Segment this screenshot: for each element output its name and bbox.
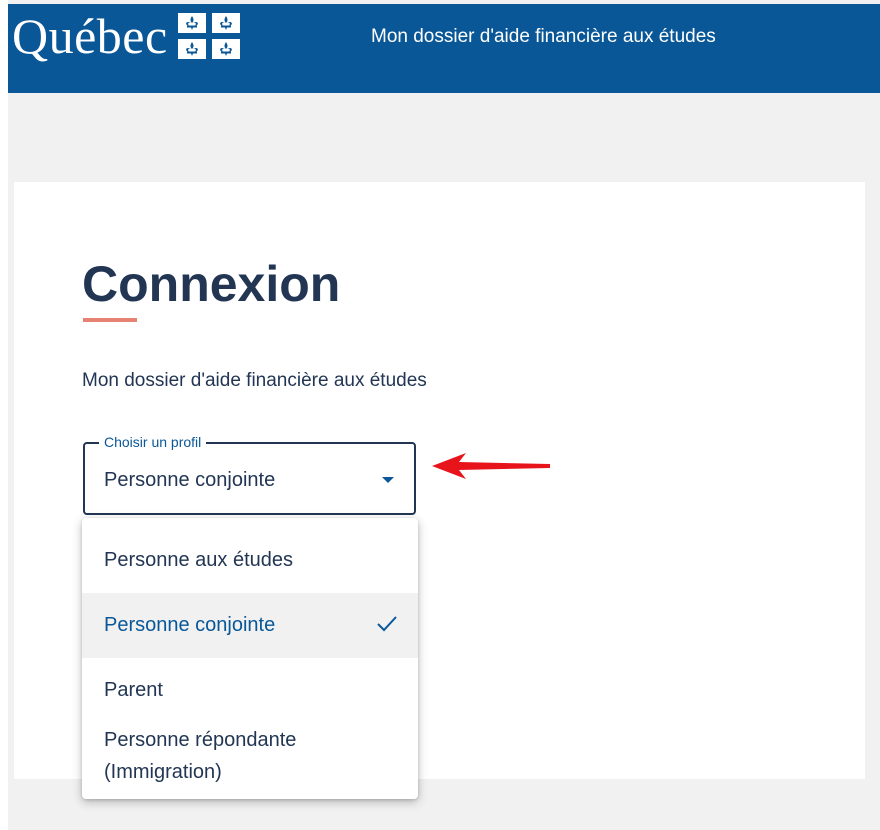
profile-option-conjointe[interactable]: Personne conjointe xyxy=(82,593,418,658)
fleurdelise-flag-icon xyxy=(177,13,240,59)
option-label: Personne répondante (Immigration) xyxy=(104,729,297,783)
profile-select-value: Personne conjointe xyxy=(104,469,276,491)
option-label: Parent xyxy=(104,679,163,701)
page-subtitle: Mon dossier d'aide financière aux études xyxy=(82,370,427,391)
page-title: Connexion xyxy=(82,256,341,312)
profile-option-repondante[interactable]: Personne répondante (Immigration) xyxy=(82,724,418,790)
title-underline xyxy=(83,318,137,322)
checkmark-icon xyxy=(377,616,397,632)
profile-option-parent[interactable]: Parent xyxy=(82,668,418,712)
profile-select-label: Choisir un profil xyxy=(99,434,207,450)
logo-wordmark: Québec xyxy=(12,8,168,64)
option-label: Personne conjointe xyxy=(104,614,276,636)
red-arrow-icon xyxy=(432,453,550,479)
option-label: Personne aux études xyxy=(104,549,294,571)
header-title: Mon dossier d'aide financière aux études xyxy=(371,26,716,47)
quebec-logo[interactable]: Québec xyxy=(12,6,240,66)
profile-select[interactable]: Choisir un profil Personne conjointe xyxy=(83,434,416,515)
site-header: Québec Mon dossier d'aide financière aux… xyxy=(8,4,880,93)
profile-option-etudes[interactable]: Personne aux études xyxy=(82,538,418,582)
profile-dropdown-menu: Personne aux études Personne conjointe P… xyxy=(82,518,418,799)
caret-down-icon xyxy=(382,477,394,483)
